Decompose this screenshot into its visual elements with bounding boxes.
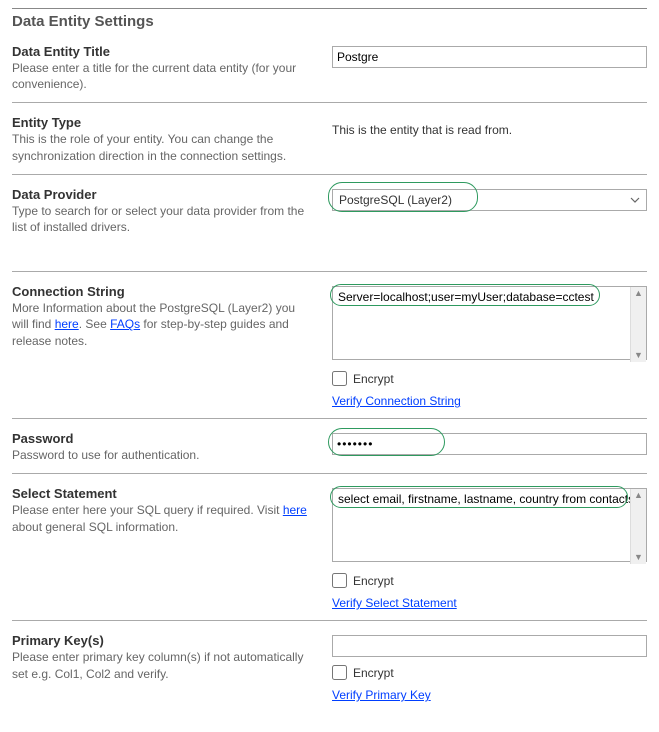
scroll-up-icon: ▲: [634, 289, 643, 298]
select-label: Select Statement: [12, 486, 312, 501]
scroll-down-icon: ▼: [634, 553, 643, 562]
section-title: Data Entity Title Please enter a title f…: [12, 44, 647, 103]
password-label: Password: [12, 431, 312, 446]
pkey-desc: Please enter primary key column(s) if no…: [12, 649, 312, 681]
section-entity-type: Entity Type This is the role of your ent…: [12, 115, 647, 174]
section-connection-string: Connection String More Information about…: [12, 284, 647, 419]
select-verify-link[interactable]: Verify Select Statement: [332, 596, 647, 610]
page-title: Data Entity Settings: [12, 8, 647, 30]
conn-link-faqs[interactable]: FAQs: [110, 317, 140, 331]
password-input[interactable]: [332, 433, 647, 455]
scroll-down-icon: ▼: [634, 351, 643, 360]
title-input[interactable]: [332, 46, 647, 68]
scrollbar[interactable]: ▲▼: [630, 489, 646, 564]
provider-label: Data Provider: [12, 187, 312, 202]
conn-link-here[interactable]: here: [55, 317, 79, 331]
entity-type-desc: This is the role of your entity. You can…: [12, 131, 312, 163]
conn-desc: More Information about the PostgreSQL (L…: [12, 300, 312, 349]
scroll-up-icon: ▲: [634, 491, 643, 500]
pkey-encrypt-label: Encrypt: [353, 666, 394, 680]
select-encrypt-label: Encrypt: [353, 574, 394, 588]
conn-encrypt-label: Encrypt: [353, 372, 394, 386]
select-encrypt-checkbox[interactable]: [332, 573, 347, 588]
title-label: Data Entity Title: [12, 44, 312, 59]
provider-select[interactable]: PostgreSQL (Layer2): [332, 189, 647, 211]
scrollbar[interactable]: ▲▼: [630, 287, 646, 362]
pkey-label: Primary Key(s): [12, 633, 312, 648]
entity-type-static: This is the entity that is read from.: [332, 117, 647, 137]
title-desc: Please enter a title for the current dat…: [12, 60, 312, 92]
pkey-input[interactable]: [332, 635, 647, 657]
section-select-statement: Select Statement Please enter here your …: [12, 486, 647, 621]
entity-type-label: Entity Type: [12, 115, 312, 130]
select-input[interactable]: select email, firstname, lastname, count…: [332, 488, 647, 562]
conn-input[interactable]: Server=localhost;user=myUser;database=cc…: [332, 286, 647, 360]
conn-encrypt-checkbox[interactable]: [332, 371, 347, 386]
conn-verify-link[interactable]: Verify Connection String: [332, 394, 647, 408]
section-password: Password Password to use for authenticat…: [12, 431, 647, 474]
conn-label: Connection String: [12, 284, 312, 299]
provider-desc: Type to search for or select your data p…: [12, 203, 312, 235]
select-desc: Please enter here your SQL query if requ…: [12, 502, 312, 534]
section-provider: Data Provider Type to search for or sele…: [12, 187, 647, 272]
chevron-down-icon: [630, 195, 640, 205]
pkey-verify-link[interactable]: Verify Primary Key: [332, 688, 647, 702]
select-link-here[interactable]: here: [283, 503, 307, 517]
section-primary-key: Primary Key(s) Please enter primary key …: [12, 633, 647, 712]
password-desc: Password to use for authentication.: [12, 447, 312, 463]
pkey-encrypt-checkbox[interactable]: [332, 665, 347, 680]
provider-value: PostgreSQL (Layer2): [339, 193, 452, 207]
